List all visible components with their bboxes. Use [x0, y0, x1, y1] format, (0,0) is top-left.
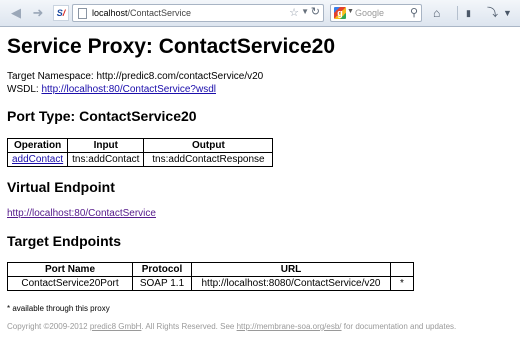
column-header: Protocol	[132, 262, 192, 277]
page-title: Service Proxy: ContactService20	[7, 35, 336, 58]
wsdl-label: WSDL:	[7, 84, 39, 95]
protocol-cell: SOAP 1.1	[132, 276, 192, 291]
url-path: /ContactService	[127, 8, 192, 18]
column-header	[390, 262, 414, 277]
url-host: localhost	[92, 8, 128, 18]
forward-arrow-icon[interactable]: ➜	[30, 5, 46, 21]
output-cell: tns:addContactResponse	[143, 152, 274, 167]
operation-cell: addContact	[6, 152, 69, 167]
page-icon	[78, 8, 87, 19]
rights-text: . All Rights Reserved. See	[141, 322, 237, 331]
target-endpoints-heading: Target Endpoints	[7, 233, 122, 249]
port-type-heading: Port Type: ContactService20	[7, 108, 197, 124]
column-header: Input	[67, 138, 145, 153]
reload-icon[interactable]: ↻	[311, 5, 320, 18]
table-header-row: Port Name Protocol URL	[7, 262, 414, 277]
service-meta: Target Namespace: http://predic8.com/con…	[7, 70, 263, 96]
namespace-value: http://predic8.com/contactService/v20	[96, 71, 264, 82]
back-arrow-icon[interactable]: ◀	[8, 5, 24, 21]
address-bar[interactable]: localhost/ContactService ☆ ▼ ↻	[72, 4, 324, 22]
star-icon[interactable]: ☆	[289, 6, 299, 19]
table-row: addContact tns:addContact tns:addContact…	[6, 152, 274, 167]
target-endpoints-table: Port Name Protocol URL ContactService20P…	[7, 262, 414, 291]
table-header-row: Operation Input Output	[6, 138, 274, 153]
search-engine-dropdown-icon[interactable]: ▼	[347, 8, 354, 15]
column-header: Operation	[6, 138, 69, 153]
footer-suffix: for documentation and updates.	[341, 322, 457, 331]
column-header: Output	[143, 138, 274, 153]
download-icon[interactable]: ⤵	[487, 5, 498, 21]
company-link[interactable]: predic8 GmbH	[90, 322, 142, 331]
column-header: Port Name	[7, 262, 133, 277]
tools-icon[interactable]: ▮	[466, 5, 471, 21]
extensions-icon[interactable]: ▼	[503, 5, 512, 21]
proxy-marker-cell: *	[390, 276, 414, 291]
operation-link[interactable]: addContact	[12, 154, 63, 165]
virtual-endpoint-link[interactable]: http://localhost:80/ContactService	[7, 208, 156, 219]
docs-link[interactable]: http://membrane-soa.org/esb/	[237, 322, 342, 331]
proxy-note: * available through this proxy	[7, 304, 110, 313]
search-magnifier-icon[interactable]: ⚲	[410, 6, 418, 19]
url-cell: http://localhost:8080/ContactService/v20	[191, 276, 391, 291]
namespace-line: Target Namespace: http://predic8.com/con…	[7, 70, 263, 83]
virtual-endpoint-line: http://localhost:80/ContactService	[7, 208, 156, 219]
search-input[interactable]: Google	[355, 7, 384, 20]
google-icon[interactable]: g	[334, 7, 346, 19]
port-name-cell: ContactService20Port	[7, 276, 133, 291]
search-bar[interactable]: g ▼ Google ⚲	[330, 4, 422, 22]
browser-toolbar: ◀ ➜ S/ localhost/ContactService ☆ ▼ ↻ g …	[0, 0, 520, 27]
chevron-down-icon[interactable]: ▼	[301, 7, 309, 16]
site-favicon-icon: S/	[53, 5, 69, 21]
virtual-endpoint-heading: Virtual Endpoint	[7, 179, 115, 195]
toolbar-separator	[457, 6, 458, 20]
column-header: URL	[191, 262, 391, 277]
address-text[interactable]: localhost/ContactService	[92, 7, 191, 20]
page-footer: Copyright ©2009-2012 predic8 GmbH. All R…	[7, 322, 456, 331]
port-type-table: Operation Input Output addContact tns:ad…	[6, 138, 274, 167]
namespace-label: Target Namespace:	[7, 71, 94, 82]
copyright-text: Copyright ©2009-2012	[7, 322, 90, 331]
table-row: ContactService20Port SOAP 1.1 http://loc…	[7, 276, 414, 291]
home-icon[interactable]: ⌂	[433, 5, 440, 21]
wsdl-link[interactable]: http://localhost:80/ContactService?wsdl	[41, 84, 216, 95]
wsdl-line: WSDL: http://localhost:80/ContactService…	[7, 83, 263, 96]
input-cell: tns:addContact	[67, 152, 145, 167]
